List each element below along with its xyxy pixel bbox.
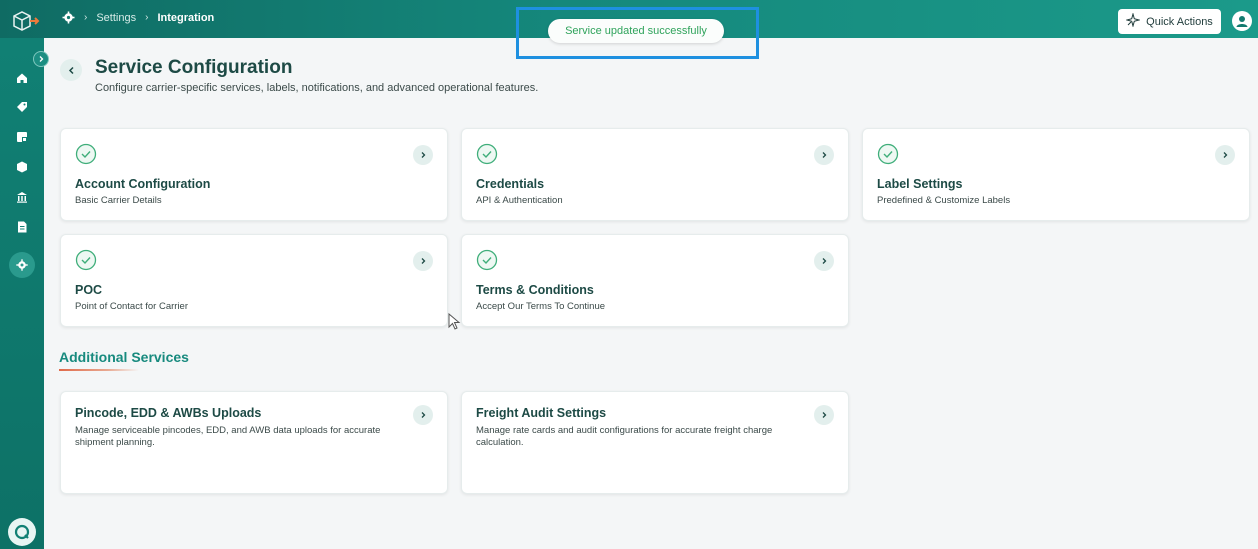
- card-title: Credentials: [476, 177, 545, 191]
- section-underline: [59, 369, 139, 371]
- card-pincode-uploads[interactable]: Pincode, EDD & AWBs Uploads Manage servi…: [60, 391, 448, 494]
- card-title: Label Settings: [877, 177, 963, 191]
- chevron-right-icon[interactable]: [413, 251, 433, 271]
- tag-icon[interactable]: [14, 99, 30, 115]
- card-subtitle: Manage rate cards and audit configuratio…: [476, 425, 773, 448]
- quick-actions-button[interactable]: Quick Actions: [1118, 9, 1221, 34]
- card-subtitle: Predefined & Customize Labels: [877, 195, 1011, 206]
- card-subtitle: API & Authentication: [476, 195, 563, 206]
- toast-highlight-box: [516, 7, 759, 59]
- gear-icon[interactable]: [62, 11, 75, 24]
- chevron-right-icon[interactable]: [814, 145, 834, 165]
- check-circle-icon: [476, 249, 498, 271]
- page-subtitle: Configure carrier-specific services, lab…: [95, 82, 539, 94]
- card-title: Account Configuration: [75, 177, 211, 191]
- card-title: Terms & Conditions: [476, 283, 594, 297]
- home-icon[interactable]: [14, 70, 30, 86]
- breadcrumb-integration: Integration: [157, 11, 215, 24]
- card-terms-conditions[interactable]: Terms & Conditions Accept Our Terms To C…: [461, 234, 849, 327]
- sidebar: [0, 38, 44, 549]
- chevron-right-icon: ›: [145, 12, 149, 23]
- chat-support-icon[interactable]: [8, 518, 36, 546]
- section-title-additional-services: Additional Services: [59, 349, 189, 365]
- box-icon[interactable]: [14, 159, 30, 175]
- card-subtitle: Basic Carrier Details: [75, 195, 162, 206]
- user-avatar-icon[interactable]: [1232, 11, 1252, 31]
- bank-icon[interactable]: [14, 189, 30, 205]
- shipment-icon[interactable]: [14, 129, 30, 145]
- card-account-configuration[interactable]: Account Configuration Basic Carrier Deta…: [60, 128, 448, 221]
- card-subtitle: Point of Contact for Carrier: [75, 301, 188, 312]
- quick-actions-label: Quick Actions: [1146, 15, 1213, 28]
- card-title: Freight Audit Settings: [476, 406, 607, 420]
- sidebar-toggle-icon[interactable]: [33, 51, 49, 67]
- page-title: Service Configuration: [95, 57, 293, 78]
- card-label-settings[interactable]: Label Settings Predefined & Customize La…: [862, 128, 1250, 221]
- mouse-cursor-icon: [448, 312, 462, 331]
- back-button[interactable]: [60, 59, 82, 81]
- settings-icon[interactable]: [9, 252, 35, 278]
- card-freight-audit-settings[interactable]: Freight Audit Settings Manage rate cards…: [461, 391, 849, 494]
- breadcrumb: › Settings › Integration: [62, 11, 214, 24]
- chevron-right-icon[interactable]: [413, 145, 433, 165]
- app-logo-icon[interactable]: [10, 10, 40, 32]
- check-circle-icon: [877, 143, 899, 165]
- check-circle-icon: [75, 143, 97, 165]
- card-title: Pincode, EDD & AWBs Uploads: [75, 406, 262, 420]
- card-credentials[interactable]: Credentials API & Authentication: [461, 128, 849, 221]
- chevron-right-icon[interactable]: [1215, 145, 1235, 165]
- sparkle-icon: [1125, 12, 1142, 30]
- card-title: POC: [75, 283, 103, 297]
- document-icon[interactable]: [14, 219, 30, 235]
- chevron-right-icon[interactable]: [814, 405, 834, 425]
- card-poc[interactable]: POC Point of Contact for Carrier: [60, 234, 448, 327]
- chevron-right-icon[interactable]: [814, 251, 834, 271]
- check-circle-icon: [476, 143, 498, 165]
- card-subtitle: Accept Our Terms To Continue: [476, 301, 606, 312]
- chevron-right-icon: ›: [84, 12, 88, 23]
- card-subtitle: Manage serviceable pincodes, EDD, and AW…: [75, 425, 381, 448]
- chevron-right-icon[interactable]: [413, 405, 433, 425]
- check-circle-icon: [75, 249, 97, 271]
- breadcrumb-settings[interactable]: Settings: [96, 12, 136, 24]
